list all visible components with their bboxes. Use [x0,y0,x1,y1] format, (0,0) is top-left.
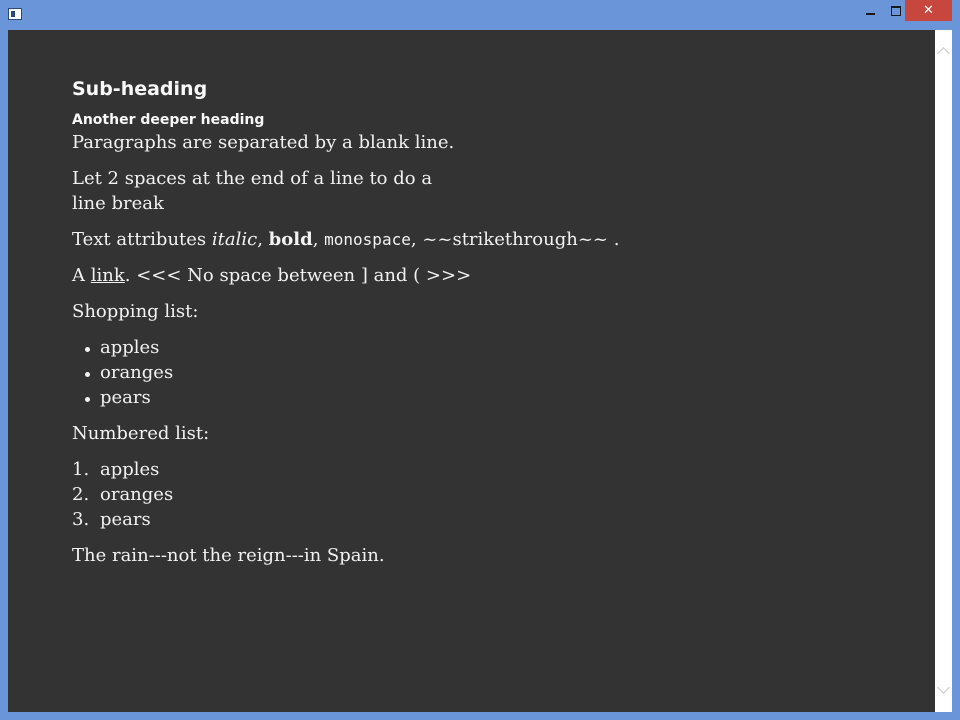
list-item: oranges [72,360,892,385]
paragraph-separated: Paragraphs are separated by a blank line… [72,132,455,153]
list-number: 1. [72,459,90,480]
subheading: Sub-heading [72,78,208,100]
markdown-content: Sub-heading Another deeper heading Parag… [72,76,892,579]
numbered-list-label: Numbered list: [72,423,210,444]
numbered-list-item: 2. oranges [72,482,892,507]
close-button[interactable]: ✕ [905,0,952,21]
deeper-heading: Another deeper heading [72,112,265,128]
link[interactable]: link [91,265,125,286]
numbered-list-item: 1. apples [72,457,892,482]
title-bar[interactable]: ✕ [0,0,960,30]
italic-text: italic [211,229,258,250]
line-break-first-line: Let 2 spaces at the end of a line to do … [72,168,433,189]
document-view[interactable]: Sub-heading Another deeper heading Parag… [8,30,935,712]
paragraph-text-attributes: Text attributes italic, bold, monospace,… [72,227,892,252]
final-paragraph: The rain---not the reign---in Spain. [72,545,385,566]
bold-text: bold [268,229,313,250]
chevron-down-icon [937,681,950,694]
link-prefix: A [72,265,91,286]
close-icon: ✕ [923,3,934,18]
app-window: ✕ Sub-heading Another deeper heading Par… [0,0,960,720]
vertical-scrollbar[interactable] [935,30,952,712]
line-break-second-line: line break [72,193,164,214]
minimize-icon [866,12,875,15]
paragraph-line-break: Let 2 spaces at the end of a line to do … [72,166,892,216]
numbered-list: 1. apples 2. oranges 3. pears [72,457,892,532]
shopping-list-label: Shopping list: [72,301,199,322]
scroll-up-button[interactable] [935,43,952,60]
attrs-suffix: , ~~strikethrough~~ . [410,229,620,250]
shopping-list: apples oranges pears [72,335,892,410]
attrs-sep-2: , [312,229,325,250]
maximize-icon [890,5,901,16]
attrs-sep-1: , [257,229,269,250]
attrs-prefix: Text attributes [72,229,212,250]
link-suffix: . <<< No space between ] and ( >>> [124,265,472,286]
numbered-list-item: 3. pears [72,507,892,532]
list-item-text: apples [100,459,160,480]
list-number: 3. [72,509,90,530]
paragraph-link: A link. <<< No space between ] and ( >>> [72,263,892,288]
monospace-text: monospace [324,230,411,249]
chevron-up-icon [937,47,950,60]
list-item-text: oranges [100,484,174,505]
list-item-text: pears [100,509,151,530]
app-icon[interactable] [8,8,22,20]
minimize-button[interactable] [857,0,884,21]
scroll-down-button[interactable] [935,681,952,698]
list-item: apples [72,335,892,360]
list-number: 2. [72,484,90,505]
list-item: pears [72,385,892,410]
